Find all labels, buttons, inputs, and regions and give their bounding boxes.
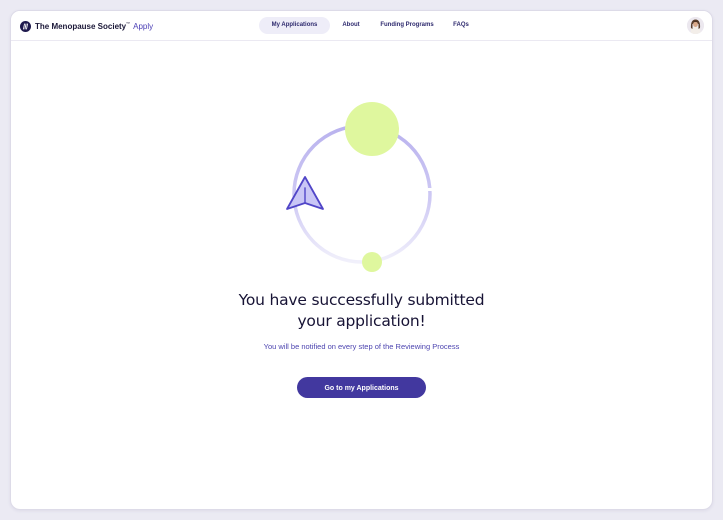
confirmation-subtitle: You will be notified on every step of th… xyxy=(263,342,460,351)
confirmation-panel: You have successfully submitted your app… xyxy=(11,11,712,509)
confirmation-title: You have successfully submitted your app… xyxy=(11,290,712,332)
confirmation-title-line1: You have successfully submitted xyxy=(238,291,485,309)
large-lime-circle xyxy=(345,102,399,156)
small-lime-circle xyxy=(362,252,382,272)
submission-illustration xyxy=(286,102,436,272)
go-to-applications-button[interactable]: Go to my Applications xyxy=(297,377,426,398)
app-window: The Menopause Society™ Apply My Applicat… xyxy=(10,10,713,510)
confirmation-title-line2: your application! xyxy=(297,312,426,330)
